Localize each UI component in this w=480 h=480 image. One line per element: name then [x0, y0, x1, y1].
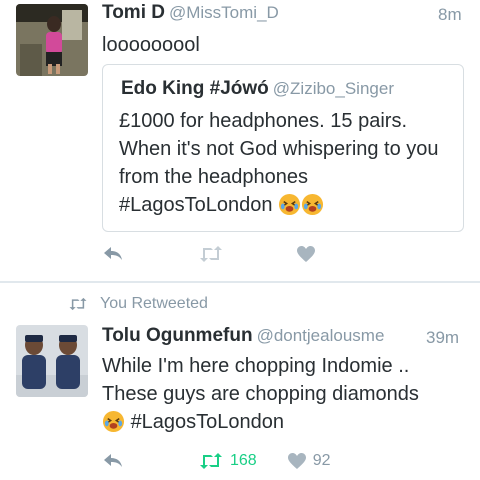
tweet-text-line: While I'm here chopping Indomie .. [102, 355, 410, 377]
quoted-tweet[interactable]: Edo King #Jówó @Zizibo_Singer £1000 for h… [102, 64, 464, 232]
reply-icon[interactable] [102, 451, 124, 471]
quoted-username[interactable]: @Zizibo_Singer [273, 79, 394, 98]
hashtag-link[interactable]: #LagosToLondon [131, 411, 284, 433]
tweet-text: While I'm here chopping Indomie .. These… [102, 352, 474, 436]
username[interactable]: @dontjealousme [257, 326, 385, 345]
quoted-author[interactable]: Edo King #Jówó @Zizibo_Singer [121, 78, 394, 100]
tweet-actions [102, 244, 316, 264]
like-button[interactable]: 92 [287, 452, 331, 470]
laughing-emoji-icon [278, 193, 301, 216]
display-name[interactable]: Tolu Ogunmefun [102, 325, 253, 346]
timestamp[interactable]: 39m [426, 328, 459, 348]
retweet-icon[interactable] [198, 451, 224, 471]
retweet-context-label: You Retweeted [100, 295, 208, 312]
quoted-display-name[interactable]: Edo King #Jówó [121, 78, 269, 99]
author-name[interactable]: Tomi D @MissTomi_D [102, 2, 279, 24]
laughing-emoji-icon [102, 410, 125, 433]
tweet-actions: 168 92 [102, 451, 331, 471]
like-count: 92 [312, 452, 331, 469]
laughing-emoji-icon [301, 193, 324, 216]
avatar[interactable] [16, 325, 88, 397]
display-name[interactable]: Tomi D [102, 2, 165, 23]
heart-icon[interactable] [296, 245, 316, 263]
avatar[interactable] [16, 4, 88, 76]
retweet-count: 168 [230, 452, 257, 469]
tweet-text: looooooool [102, 34, 200, 56]
heart-icon[interactable] [287, 452, 307, 470]
tweet-card[interactable]: You Retweeted Tolu Ogunmefun @dontjealous… [0, 283, 480, 480]
retweet-icon[interactable] [198, 244, 224, 264]
author-name[interactable]: Tolu Ogunmefun @dontjealousme [102, 325, 384, 347]
username[interactable]: @MissTomi_D [169, 3, 279, 22]
quoted-text: £1000 for headphones. 15 pairs. When it'… [119, 107, 459, 219]
retweet-small-icon [68, 296, 88, 312]
reply-icon[interactable] [102, 244, 124, 264]
tweet-text-line: These guys are chopping diamonds [102, 383, 419, 405]
tweet-card[interactable]: Tomi D @MissTomi_D 8m looooooool Edo King… [0, 0, 480, 281]
retweet-button[interactable]: 168 [198, 451, 257, 471]
retweet-context: You Retweeted [68, 295, 208, 313]
timestamp[interactable]: 8m [438, 5, 462, 25]
